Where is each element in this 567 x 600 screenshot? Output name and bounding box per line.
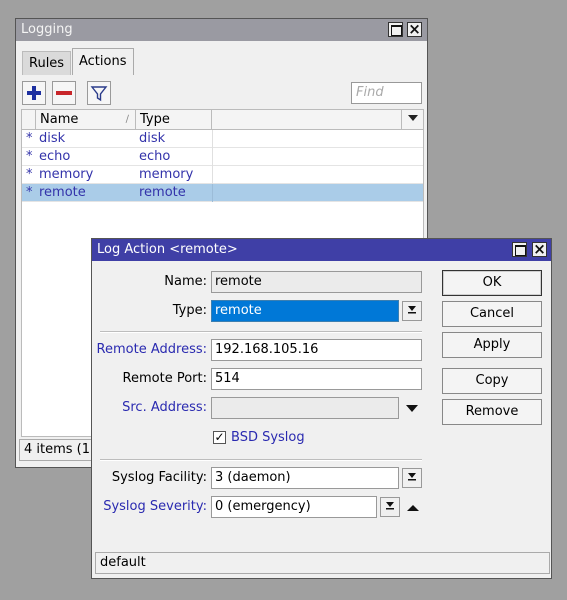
type-dropdown-button[interactable] — [402, 301, 422, 321]
syslog-severity-collapse-button[interactable] — [403, 498, 423, 518]
row-marker: * — [26, 167, 33, 182]
table-row[interactable]: * echo echo — [22, 148, 423, 166]
separator — [100, 459, 422, 461]
table-row[interactable]: * memory memory — [22, 166, 423, 184]
log-action-dialog: Log Action <remote> × Name: remote Type:… — [91, 238, 552, 579]
row-name: memory — [39, 167, 94, 182]
chevron-up-icon — [407, 505, 419, 511]
row-name: remote — [39, 185, 86, 200]
apply-button[interactable]: Apply — [442, 332, 542, 358]
table-row[interactable]: * disk disk — [22, 130, 423, 148]
row-type: memory — [139, 167, 194, 182]
name-field[interactable]: remote — [211, 271, 422, 293]
dialog-titlebar[interactable]: Log Action <remote> — [92, 239, 551, 261]
column-header-name[interactable]: Name ∕ — [36, 110, 136, 130]
column-divider — [212, 184, 213, 202]
dropdown-arrow-icon — [408, 473, 416, 481]
row-marker: * — [26, 131, 33, 146]
syslog-severity-select[interactable]: 0 (emergency) — [211, 496, 377, 518]
filter-icon — [90, 86, 108, 102]
maximize-icon[interactable] — [388, 22, 403, 37]
logging-title: Logging — [21, 22, 73, 37]
chevron-down-icon — [406, 405, 418, 412]
column-header-name-label: Name — [40, 112, 79, 127]
syslog-facility-dropdown-button[interactable] — [402, 468, 422, 488]
row-type: echo — [139, 149, 171, 164]
plus-icon — [27, 86, 41, 100]
src-address-label: Src. Address: — [122, 400, 207, 415]
syslog-facility-label: Syslog Facility: — [111, 470, 207, 485]
remote-port-label: Remote Port: — [122, 371, 207, 386]
syslog-severity-label: Syslog Severity: — [103, 499, 207, 514]
name-label: Name: — [164, 274, 207, 289]
row-marker: * — [26, 149, 33, 164]
logging-titlebar[interactable]: Logging — [16, 19, 427, 41]
remove-button[interactable] — [52, 81, 76, 105]
row-marker: * — [26, 185, 33, 200]
syslog-severity-dropdown-button[interactable] — [380, 497, 400, 517]
tab-rules[interactable]: Rules — [22, 51, 72, 75]
ok-button[interactable]: OK — [442, 270, 542, 296]
table-row-selected[interactable]: * remote remote — [22, 184, 423, 202]
dropdown-arrow-icon — [408, 306, 416, 314]
close-icon[interactable]: × — [407, 22, 422, 37]
row-name: disk — [39, 131, 66, 146]
cancel-button[interactable]: Cancel — [442, 301, 542, 327]
remove-button[interactable]: Remove — [442, 399, 542, 425]
bsd-syslog-checkbox[interactable]: ✓ — [213, 431, 226, 444]
row-type: remote — [139, 185, 186, 200]
dialog-status-bar: default — [95, 552, 550, 574]
src-address-field[interactable] — [211, 397, 399, 419]
column-divider — [212, 148, 213, 166]
type-label: Type: — [172, 303, 207, 318]
marker-column-header — [22, 110, 36, 130]
dialog-status-text: default — [100, 555, 146, 570]
add-button[interactable] — [22, 81, 46, 105]
row-type: disk — [139, 131, 166, 146]
src-address-dropdown-button[interactable] — [402, 398, 422, 418]
filter-button[interactable] — [87, 81, 111, 105]
minus-icon — [56, 91, 72, 95]
maximize-icon[interactable] — [512, 242, 527, 257]
copy-button[interactable]: Copy — [442, 368, 542, 394]
remote-address-label: Remote Address: — [96, 342, 207, 357]
dropdown-arrow-icon — [386, 502, 394, 510]
bsd-syslog-label: BSD Syslog — [231, 430, 305, 445]
separator — [100, 331, 422, 333]
column-chooser-button[interactable] — [402, 110, 423, 130]
close-icon[interactable]: × — [532, 242, 547, 257]
item-count: 4 items (1 s — [24, 442, 101, 457]
column-header-type[interactable]: Type — [136, 110, 212, 130]
column-divider — [212, 130, 213, 148]
type-select[interactable]: remote — [211, 300, 399, 322]
sort-icon: ∕ — [125, 114, 129, 125]
column-filler — [212, 110, 402, 130]
find-input[interactable]: Find — [351, 82, 422, 104]
tab-actions[interactable]: Actions — [72, 48, 134, 75]
remote-port-field[interactable]: 514 — [211, 368, 422, 390]
remote-address-field[interactable]: 192.168.105.16 — [211, 339, 422, 361]
syslog-facility-select[interactable]: 3 (daemon) — [211, 467, 399, 489]
row-name: echo — [39, 149, 71, 164]
dialog-title: Log Action <remote> — [97, 242, 238, 257]
column-divider — [212, 166, 213, 184]
chevron-down-icon — [408, 115, 418, 121]
